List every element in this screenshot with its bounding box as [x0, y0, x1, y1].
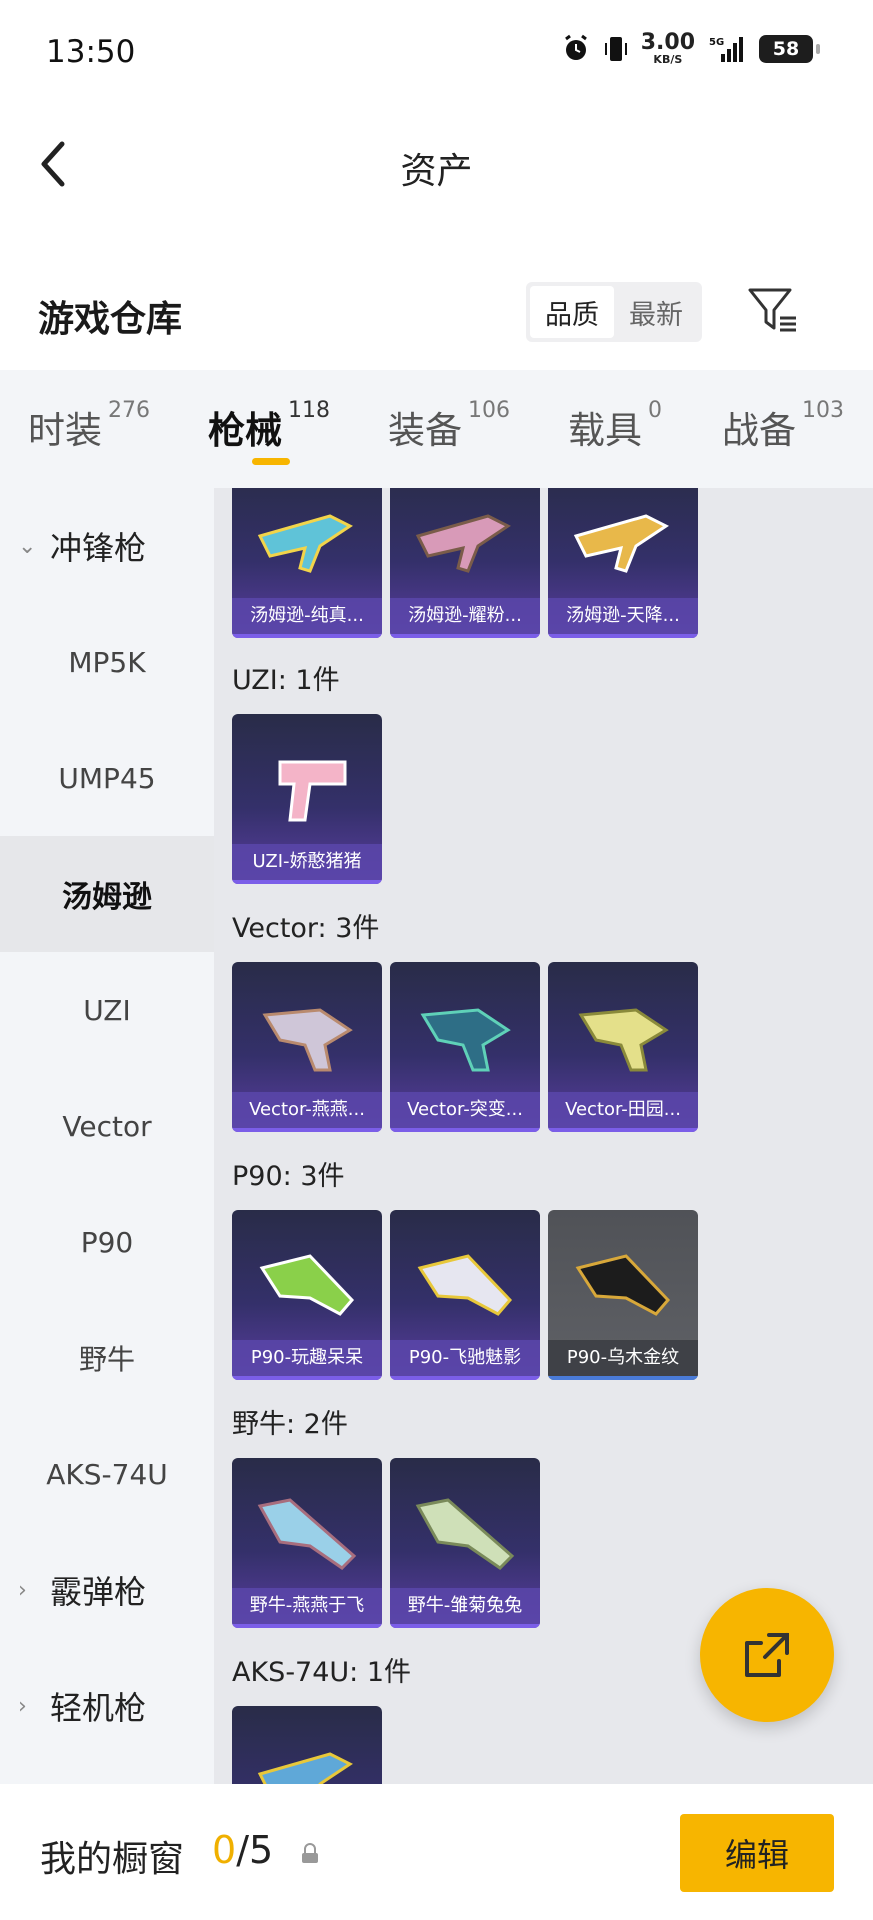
gun-icon [575, 1254, 671, 1316]
section-title: 游戏仓库 [38, 299, 183, 340]
item-card[interactable] [232, 1706, 382, 1784]
sort-quality[interactable]: 品质 [530, 286, 614, 338]
item-card[interactable]: P90-玩趣呆呆 [232, 1210, 382, 1380]
item-card[interactable]: 汤姆逊-纯真... [232, 488, 382, 638]
group-label-aks74u: AKS-74U: 1件 [232, 1657, 412, 1688]
sidebar-item-aks74u[interactable]: AKS-74U [0, 1416, 214, 1532]
edit-button[interactable]: 编辑 [680, 1814, 834, 1892]
sidebar-item-vector[interactable]: Vector [0, 1068, 214, 1184]
section-header: 游戏仓库 [0, 260, 873, 370]
signal-icon: 5G [709, 36, 743, 62]
page-title: 资产 [400, 151, 473, 192]
status-bar: 13:50 3.00 KB/S 5G 58 [0, 0, 873, 104]
gun-icon [417, 1254, 513, 1316]
status-icons: 3.00 KB/S 5G 58 [561, 30, 820, 66]
gun-icon [259, 1254, 355, 1316]
showcase-count: 0/5 [212, 1828, 274, 1872]
tab-supplies[interactable]: 战备 103 [722, 398, 844, 454]
sidebar-item-p90[interactable]: P90 [0, 1184, 214, 1300]
category-tabs: 时装 276 枪械 118 装备 106 载具 0 战备 103 [0, 370, 873, 488]
item-card[interactable]: P90-飞驰魅影 [390, 1210, 540, 1380]
group-label-bizon: 野牛: 2件 [232, 1409, 348, 1440]
item-card[interactable]: Vector-田园... [548, 962, 698, 1132]
sidebar-group-lmg[interactable]: › 轻机枪 [0, 1648, 214, 1764]
chevron-right-icon: › [18, 1577, 27, 1603]
gun-icon [257, 514, 353, 573]
gun-icon [278, 760, 347, 822]
tab-guns[interactable]: 枪械 118 [208, 398, 330, 454]
tab-fashion[interactable]: 时装 276 [28, 398, 150, 454]
alarm-icon [564, 34, 587, 60]
sort-latest[interactable]: 最新 [614, 286, 698, 338]
sidebar-group-smg[interactable]: ⌄ 冲锋枪 [0, 488, 214, 604]
sidebar-item-bizon[interactable]: 野牛 [0, 1300, 214, 1416]
item-card[interactable]: 汤姆逊-天降... [548, 488, 698, 638]
gun-icon [262, 1008, 353, 1072]
share-icon [745, 1633, 789, 1677]
item-card[interactable]: Vector-燕燕... [232, 962, 382, 1132]
sidebar-group-shotgun[interactable]: › 霰弹枪 [0, 1532, 214, 1648]
tab-vehicles[interactable]: 载具 0 [568, 398, 662, 454]
svg-text:5G: 5G [709, 37, 724, 48]
status-time: 13:50 [46, 34, 136, 70]
item-card[interactable]: 汤姆逊-耀粉... [390, 488, 540, 638]
tab-equipment[interactable]: 装备 106 [388, 398, 510, 454]
nav-bar: 资产 [0, 104, 873, 224]
group-label-uzi: UZI: 1件 [232, 665, 340, 696]
gun-icon [573, 514, 669, 573]
gun-icon [578, 1008, 669, 1072]
gun-icon [415, 1498, 515, 1570]
item-card[interactable]: P90-乌木金纹 [548, 1210, 698, 1380]
gun-icon [257, 1498, 357, 1570]
sidebar-item-uzi[interactable]: UZI [0, 952, 214, 1068]
gun-icon [415, 514, 511, 573]
sidebar-item-thompson[interactable]: 汤姆逊 [0, 836, 214, 952]
chevron-right-icon: › [18, 1693, 27, 1719]
gun-icon [420, 1008, 511, 1072]
item-card[interactable]: Vector-突变... [390, 962, 540, 1132]
network-speed: 3.00 KB/S [640, 30, 695, 66]
chevron-down-icon: ⌄ [18, 533, 37, 559]
item-card[interactable]: 野牛-雏菊兔兔 [390, 1458, 540, 1628]
item-card[interactable]: 野牛-燕燕于飞 [232, 1458, 382, 1628]
sort-toggle: 品质 最新 [526, 282, 702, 342]
vibrate-icon [604, 36, 627, 61]
item-card[interactable]: UZI-娇憨猪猪 [232, 714, 382, 884]
lock-icon [302, 1843, 318, 1863]
group-label-p90: P90: 3件 [232, 1161, 345, 1192]
sidebar-item-mp5k[interactable]: MP5K [0, 604, 214, 720]
filter-icon[interactable] [744, 282, 800, 338]
share-button[interactable] [700, 1588, 834, 1722]
sidebar-item-ump45[interactable]: UMP45 [0, 720, 214, 836]
group-label-vector: Vector: 3件 [232, 913, 380, 944]
showcase-label: 我的橱窗 [40, 1839, 185, 1880]
gun-icon [257, 1752, 353, 1784]
battery-icon: 58 [759, 34, 820, 63]
sidebar: ⌄ 冲锋枪 MP5K UMP45 汤姆逊 UZI Vector P90 野牛 A… [0, 488, 214, 1784]
bottom-bar: 我的橱窗 0/5 编辑 [0, 1784, 873, 1920]
active-tab-indicator [252, 458, 290, 465]
